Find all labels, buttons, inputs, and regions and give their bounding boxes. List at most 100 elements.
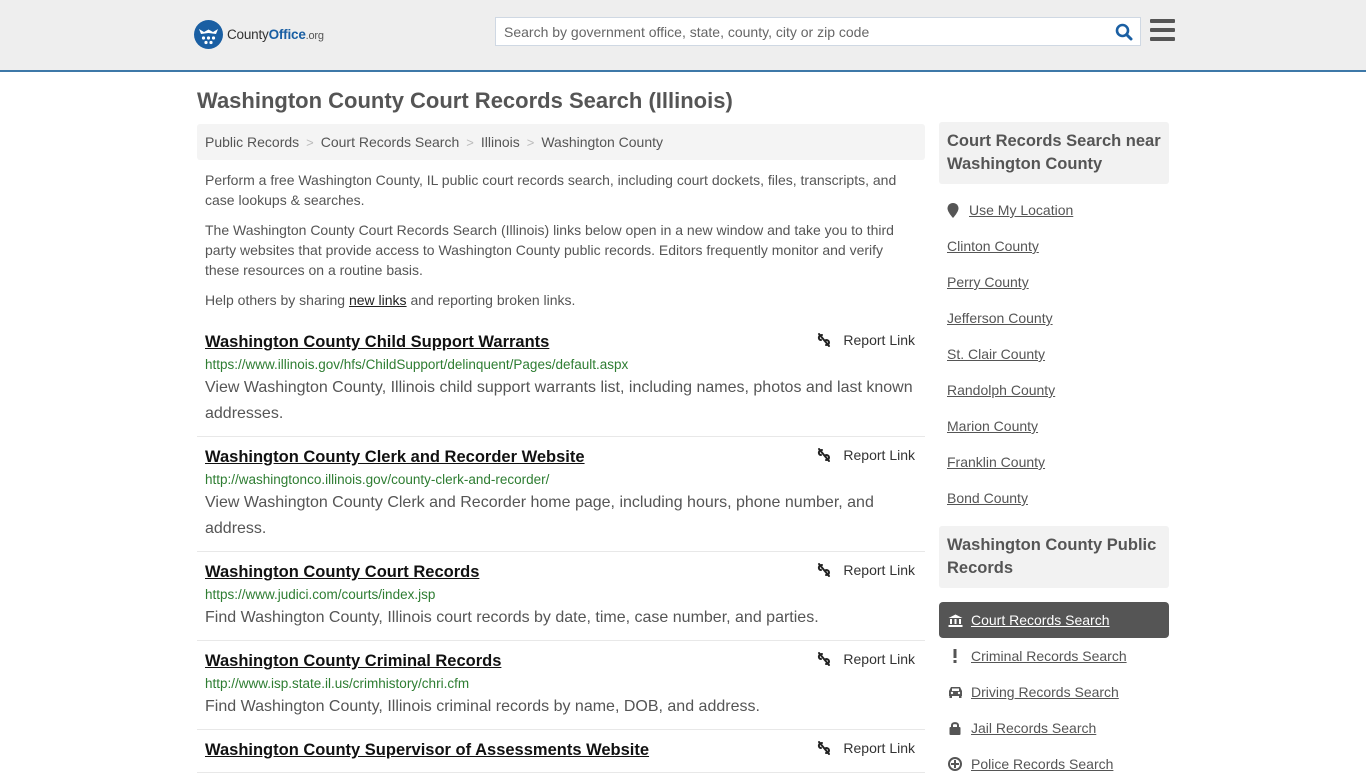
breadcrumb-current: Washington County — [541, 134, 664, 150]
site-logo[interactable]: CountyOffice.org — [194, 20, 324, 49]
public-records-link[interactable]: Court Records Search — [971, 612, 1110, 628]
nearby-county-link[interactable]: Clinton County — [947, 238, 1039, 254]
result-url: http://www.isp.state.il.us/crimhistory/c… — [205, 676, 470, 691]
nearby-county-link[interactable]: St. Clair County — [947, 346, 1045, 362]
intro-paragraph-2: The Washington County Court Records Sear… — [205, 222, 894, 278]
public-records-item-driving[interactable]: Driving Records Search — [939, 674, 1169, 710]
result-item: Washington County Court Records Report L… — [197, 552, 925, 641]
logo-text: CountyOffice.org — [227, 27, 324, 42]
result-item: Washington County Child Support Warrants… — [197, 322, 925, 437]
breadcrumb-separator: > — [466, 134, 474, 150]
intro-text-segment: Help others by sharing — [205, 292, 349, 308]
nearby-county-link[interactable]: Randolph County — [947, 382, 1055, 398]
nearby-county-item: St. Clair County — [939, 344, 1169, 380]
public-records-link[interactable]: Police Records Search — [971, 756, 1113, 772]
breadcrumb-separator: > — [306, 134, 314, 150]
report-link-label: Report Link — [843, 740, 915, 756]
report-link-label: Report Link — [843, 332, 915, 348]
nearby-county-link[interactable]: Franklin County — [947, 454, 1045, 470]
result-item: Washington County Supervisor of Assessme… — [197, 730, 925, 773]
result-description: View Washington County, Illinois child s… — [205, 379, 913, 422]
public-records-item-criminal[interactable]: Criminal Records Search — [939, 638, 1169, 674]
intro-text: Perform a free Washington County, IL pub… — [197, 170, 925, 310]
broken-link-icon — [818, 448, 831, 462]
breadcrumb-separator: > — [526, 134, 535, 150]
search-icon — [1115, 23, 1133, 40]
menu-bar — [1150, 19, 1175, 23]
nearby-county-item: Perry County — [939, 272, 1169, 308]
public-records-heading: Washington County Public Records — [939, 526, 1169, 588]
menu-bar — [1150, 28, 1175, 32]
public-records-item-police[interactable]: Police Records Search — [939, 746, 1169, 782]
logo-eagle-icon — [194, 20, 223, 49]
lock-icon — [947, 721, 963, 735]
result-description: Find Washington County, Illinois court r… — [205, 609, 819, 626]
broken-link-icon — [818, 333, 831, 347]
courthouse-icon — [947, 614, 963, 627]
site-header: CountyOffice.org — [0, 0, 1366, 72]
report-link-button[interactable]: Report Link — [816, 332, 915, 348]
report-link-button[interactable]: Report Link — [816, 651, 915, 667]
report-link-button[interactable]: Report Link — [816, 447, 915, 463]
result-title-link[interactable]: Washington County Court Records — [205, 561, 479, 583]
report-link-label: Report Link — [843, 651, 915, 667]
hamburger-menu-button[interactable] — [1150, 19, 1175, 41]
car-icon — [947, 686, 963, 698]
result-item: Washington County Clerk and Recorder Web… — [197, 437, 925, 552]
nearby-county-item: Franklin County — [939, 452, 1169, 488]
broken-link-icon — [818, 652, 831, 666]
result-item: Washington County Criminal Records Repor… — [197, 641, 925, 730]
intro-paragraph-1: Perform a free Washington County, IL pub… — [205, 172, 897, 208]
intro-paragraph-3: Help others by sharing new links and rep… — [205, 290, 917, 310]
intro-text-segment: and reporting broken links. — [406, 292, 576, 308]
breadcrumb: Public Records > Court Records Search > … — [197, 124, 925, 160]
nearby-county-link[interactable]: Perry County — [947, 274, 1029, 290]
public-records-link[interactable]: Criminal Records Search — [971, 648, 1127, 664]
nearby-county-item: Randolph County — [939, 380, 1169, 416]
nearby-county-item: Bond County — [939, 488, 1169, 524]
public-records-list: Court Records Search Criminal Records Se… — [939, 602, 1169, 782]
breadcrumb-public-records[interactable]: Public Records — [205, 134, 299, 150]
result-title-link[interactable]: Washington County Supervisor of Assessme… — [205, 739, 649, 761]
breadcrumb-illinois[interactable]: Illinois — [481, 134, 520, 150]
map-pin-icon — [947, 203, 959, 218]
nearby-county-link[interactable]: Bond County — [947, 490, 1028, 506]
result-url: https://www.illinois.gov/hfs/ChildSuppor… — [205, 357, 629, 372]
search-button[interactable] — [1108, 18, 1140, 45]
sidebar: Court Records Search near Washington Cou… — [939, 122, 1169, 782]
result-description: View Washington County Clerk and Recorde… — [205, 494, 874, 537]
results-list: Washington County Child Support Warrants… — [197, 322, 925, 773]
nearby-county-link[interactable]: Jefferson County — [947, 310, 1053, 326]
public-records-item-court[interactable]: Court Records Search — [939, 602, 1169, 638]
nearby-county-item: Marion County — [939, 416, 1169, 452]
report-link-button[interactable]: Report Link — [816, 740, 915, 756]
public-records-item-jail[interactable]: Jail Records Search — [939, 710, 1169, 746]
broken-link-icon — [818, 741, 831, 755]
result-title-link[interactable]: Washington County Child Support Warrants — [205, 331, 549, 353]
search-bar — [495, 17, 1141, 46]
police-badge-icon — [947, 757, 963, 771]
use-my-location-item: Use My Location — [939, 200, 1169, 236]
main-content: Public Records > Court Records Search > … — [197, 124, 925, 773]
report-link-button[interactable]: Report Link — [816, 562, 915, 578]
nearby-county-link[interactable]: Marion County — [947, 418, 1038, 434]
result-title-link[interactable]: Washington County Clerk and Recorder Web… — [205, 446, 585, 468]
report-link-label: Report Link — [843, 447, 915, 463]
nearby-county-item: Clinton County — [939, 236, 1169, 272]
result-url: http://washingtonco.illinois.gov/county-… — [205, 472, 550, 487]
result-description: Find Washington County, Illinois crimina… — [205, 698, 760, 715]
result-title-link[interactable]: Washington County Criminal Records — [205, 650, 501, 672]
menu-bar — [1150, 37, 1175, 41]
page-title: Washington County Court Records Search (… — [197, 88, 733, 113]
nearby-county-item: Jefferson County — [939, 308, 1169, 344]
breadcrumb-court-records-search[interactable]: Court Records Search — [321, 134, 460, 150]
exclamation-icon — [947, 649, 963, 663]
broken-link-icon — [818, 563, 831, 577]
use-my-location-link[interactable]: Use My Location — [969, 200, 1073, 220]
public-records-link[interactable]: Jail Records Search — [971, 720, 1096, 736]
new-links-link[interactable]: new links — [349, 292, 407, 308]
nearby-heading: Court Records Search near Washington Cou… — [939, 122, 1169, 184]
public-records-link[interactable]: Driving Records Search — [971, 684, 1119, 700]
result-url: https://www.judici.com/courts/index.jsp — [205, 587, 436, 602]
search-input[interactable] — [496, 18, 1108, 45]
